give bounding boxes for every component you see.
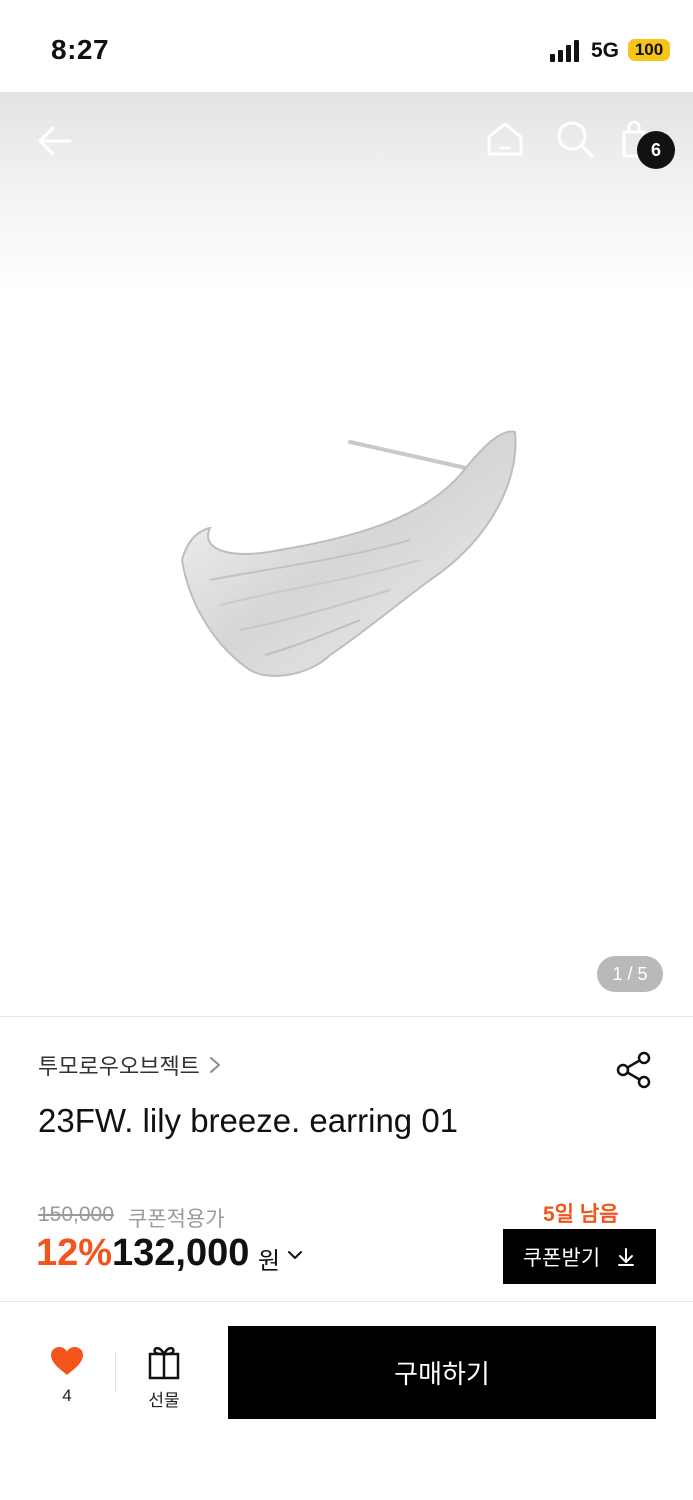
brand-link[interactable]: 투모로우오브젝트 — [38, 1050, 222, 1080]
heart-icon — [51, 1347, 83, 1375]
gift-icon — [148, 1346, 180, 1380]
home-icon[interactable] — [484, 118, 526, 160]
earring-product-image[interactable] — [170, 420, 520, 690]
share-icon[interactable] — [614, 1050, 654, 1090]
buy-label: 구매하기 — [394, 1359, 490, 1389]
currency-label[interactable]: 원 — [258, 1241, 280, 1276]
chevron-right-icon — [209, 1057, 220, 1073]
chevron-down-icon[interactable] — [287, 1248, 303, 1262]
cart-count-badge[interactable]: 6 — [637, 131, 675, 169]
search-icon[interactable] — [554, 118, 596, 160]
divider — [0, 1301, 693, 1302]
coupon-days-left: 5일 남음 — [543, 1203, 619, 1226]
get-coupon-button[interactable]: 쿠폰받기 — [503, 1229, 656, 1284]
original-price: 150,000 — [38, 1203, 114, 1226]
status-bar: 8:27 5G 100 — [0, 0, 693, 92]
signal-icon — [550, 40, 579, 62]
like-count: 4 — [62, 1386, 72, 1405]
divider — [0, 1016, 693, 1017]
divider — [115, 1352, 116, 1392]
gift-label: 선물 — [148, 1391, 180, 1410]
arrow-left-icon[interactable] — [34, 120, 76, 162]
like-button[interactable]: 4 — [40, 1338, 94, 1410]
buy-button[interactable]: 구매하기 — [228, 1326, 656, 1419]
brand-name: 투모로우오브젝트 — [38, 1054, 200, 1079]
image-counter: 1 / 5 — [597, 956, 663, 992]
gift-button[interactable]: 선물 — [136, 1338, 192, 1410]
coupon-price-label: 쿠폰적용가 — [128, 1208, 225, 1231]
status-time: 8:27 — [51, 34, 110, 65]
product-title: 23FW. lily breeze. earring 01 — [38, 1102, 459, 1139]
discount-rate: 12% — [36, 1232, 113, 1274]
download-icon — [618, 1247, 635, 1266]
battery-indicator: 100 — [628, 39, 670, 61]
get-coupon-label: 쿠폰받기 — [522, 1246, 601, 1270]
final-price: 132,000 — [112, 1232, 250, 1274]
network-label: 5G — [591, 39, 620, 62]
